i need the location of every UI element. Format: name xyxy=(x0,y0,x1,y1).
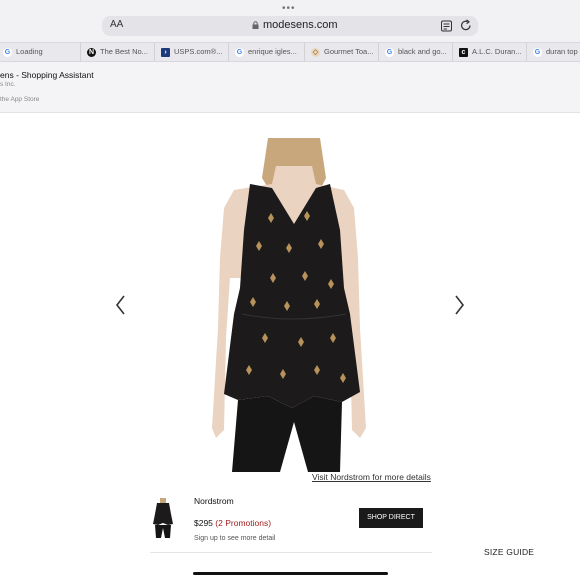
banner-store-text: the App Store xyxy=(0,96,40,103)
google-icon: G xyxy=(385,47,394,57)
tab-usps[interactable]: › USPS.com®... xyxy=(154,43,229,61)
site-icon: ◇ xyxy=(311,47,320,57)
text-size-button[interactable]: AA xyxy=(110,19,123,30)
size-guide-link[interactable]: SIZE GUIDE xyxy=(484,547,534,557)
banner-title: ens - Shopping Assistant xyxy=(0,70,94,80)
tab-gourmet[interactable]: ◇ Gourmet Toa... xyxy=(304,43,379,61)
tab-enrique[interactable]: Genrique igles... xyxy=(228,43,305,61)
retailer-name: Nordstrom xyxy=(194,496,234,506)
tab-loading[interactable]: G Loading xyxy=(0,43,81,61)
product-thumbnail[interactable] xyxy=(150,498,176,538)
address-bar[interactable]: AA modesens.com xyxy=(102,16,478,36)
previous-image-arrow-icon[interactable] xyxy=(114,294,128,316)
tab-black-gold[interactable]: Gblack and go... xyxy=(378,43,453,61)
divider xyxy=(150,552,432,553)
next-image-arrow-icon[interactable] xyxy=(452,294,466,316)
usps-icon: › xyxy=(161,47,170,57)
reload-icon[interactable] xyxy=(460,19,472,32)
multitask-dots[interactable]: ••• xyxy=(282,3,296,14)
price: $295 xyxy=(194,518,213,528)
app-banner[interactable]: ens - Shopping Assistant s Inc. the App … xyxy=(0,62,580,113)
product-image[interactable] xyxy=(210,138,368,472)
google-icon: G xyxy=(3,47,12,57)
tab-alc-duran[interactable]: c A.L.C. Duran... xyxy=(452,43,527,61)
tab-bar: G Loading N The Best No... › USPS.com®... G… xyxy=(0,42,580,62)
url-text[interactable]: modesens.com xyxy=(263,19,338,31)
google-icon: G xyxy=(235,47,244,57)
promotions-link[interactable]: (2 Promotions) xyxy=(215,518,271,528)
lock-icon xyxy=(252,21,259,29)
tab-best-no[interactable]: N The Best No... xyxy=(80,43,155,61)
banner-subtitle: s Inc. xyxy=(0,81,16,88)
site-icon: N xyxy=(87,47,96,57)
signup-prompt[interactable]: Sign up to see more detail xyxy=(194,535,275,542)
tab-duran-top[interactable]: Gduran top xyxy=(526,43,580,61)
site-icon: c xyxy=(459,47,468,57)
price-row: $295 (2 Promotions) xyxy=(194,518,271,528)
shop-direct-button[interactable]: SHOP DIRECT xyxy=(359,508,423,528)
reader-icon[interactable] xyxy=(441,20,454,32)
home-indicator[interactable] xyxy=(193,572,388,575)
visit-retailer-link[interactable]: Visit Nordstrom for more details xyxy=(312,472,431,482)
google-icon: G xyxy=(533,47,542,57)
